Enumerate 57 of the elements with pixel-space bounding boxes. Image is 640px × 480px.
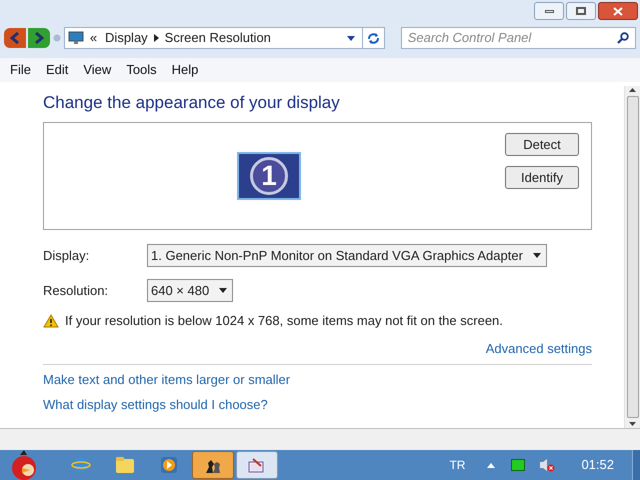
menu-item[interactable]: File <box>3 60 38 80</box>
monitor-number: 1 <box>250 157 288 195</box>
forward-button[interactable] <box>28 28 50 48</box>
minimize-button[interactable] <box>534 2 564 20</box>
menu-item[interactable]: View <box>76 60 118 80</box>
field-label: Display: <box>43 246 90 265</box>
speaker-muted-icon[interactable] <box>539 458 556 472</box>
back-button[interactable] <box>4 28 26 48</box>
warning-message: If your resolution is below 1024 x 768, some items may not fit on the screen. <box>65 312 503 330</box>
search-field[interactable]: Search Control Panel <box>400 27 636 49</box>
breadcrumb-item[interactable]: Display <box>105 28 148 48</box>
breadcrumb-item[interactable]: Screen Resolution <box>164 28 271 48</box>
field-label: Resolution: <box>43 282 110 300</box>
language-indicator[interactable]: TR <box>449 456 466 474</box>
taskbar-button[interactable] <box>192 451 234 479</box>
search-icon <box>616 32 629 44</box>
menu-item[interactable]: Edit <box>38 60 76 80</box>
dropdown-value: 1. Generic Non-PnP Monitor on Standard VGA Graphics Adapter <box>151 246 523 265</box>
monitor-tile[interactable]: 1 <box>237 152 301 200</box>
refresh-icon <box>366 32 380 44</box>
caret-up-icon[interactable] <box>487 462 496 468</box>
show-desktop-button[interactable] <box>632 450 640 480</box>
dropdown-field[interactable]: 1. Generic Non-PnP Monitor on Standard VGA Graphics Adapter <box>147 244 547 267</box>
advanced-settings-link[interactable]: Advanced settings <box>486 338 592 358</box>
help-link[interactable]: What display settings should I choose? <box>43 396 268 412</box>
scrollbar[interactable] <box>624 86 640 428</box>
caret-down-icon <box>219 288 228 293</box>
play-icon <box>160 456 178 474</box>
menu-item[interactable]: Help <box>164 60 206 80</box>
maximize-button[interactable] <box>566 2 596 20</box>
help-link[interactable]: Make text and other items larger or smaller <box>43 372 290 387</box>
caret-down-icon[interactable] <box>346 36 355 40</box>
chevron-right-icon <box>154 34 159 42</box>
folder-icon <box>115 456 135 474</box>
minimize-icon <box>544 10 554 12</box>
menu-item[interactable]: Tools <box>119 60 164 80</box>
page-heading: Change the appearance of your display <box>43 92 341 114</box>
close-icon <box>613 6 623 16</box>
dropdown-value: 640 × 480 <box>151 282 210 300</box>
scroll-thumb[interactable] <box>626 96 638 418</box>
action-button[interactable]: Identify <box>505 166 579 189</box>
scroll-up-icon[interactable] <box>629 88 636 92</box>
breadcrumb-separator: « <box>90 29 98 48</box>
caret-down-icon <box>532 253 541 258</box>
close-button[interactable] <box>598 2 638 20</box>
search-input[interactable]: Search Control Panel <box>408 28 617 48</box>
scroll-down-icon[interactable] <box>629 422 636 426</box>
address-bar[interactable]: « Display Screen Resolution <box>64 27 385 49</box>
network-icon[interactable] <box>511 459 526 471</box>
taskbar-button[interactable] <box>236 451 278 479</box>
restore-icon <box>576 7 586 15</box>
globe-icon <box>71 455 91 475</box>
clock[interactable]: 01:52 <box>581 455 614 475</box>
monitor-icon <box>68 31 84 45</box>
action-button[interactable]: Detect <box>505 133 579 156</box>
dropdown-field[interactable]: 640 × 480 <box>147 279 234 302</box>
warning-icon <box>43 314 59 328</box>
